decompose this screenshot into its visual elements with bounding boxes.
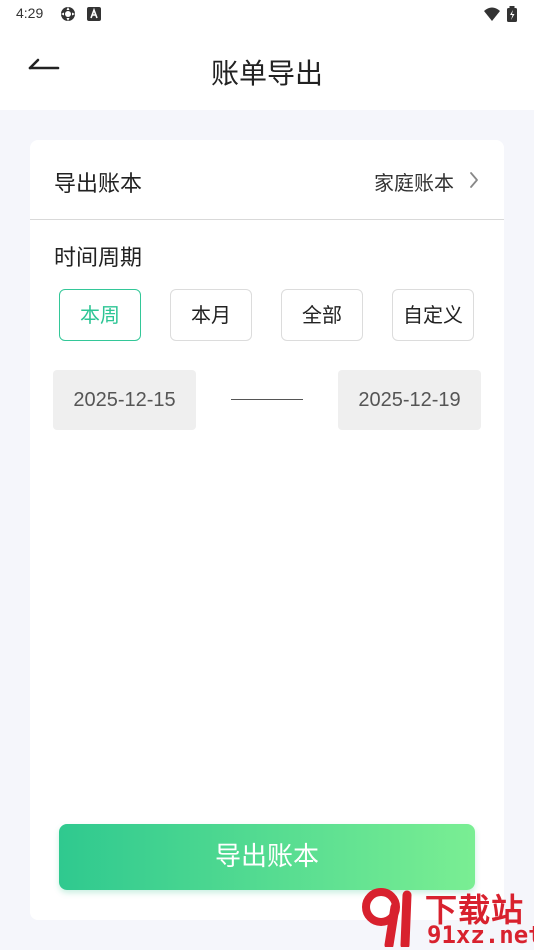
export-book-value: 家庭账本 <box>374 171 454 195</box>
period-option-all[interactable]: 全部 <box>281 289 363 341</box>
battery-icon <box>507 6 517 22</box>
a-box-icon <box>87 7 101 21</box>
export-button[interactable]: 导出账本 <box>59 824 475 890</box>
watermark-domain: 91xz.net <box>427 921 534 949</box>
export-card: 导出账本 家庭账本 时间周期 本周 本月 全部 自定义 2025-12-15 2… <box>30 140 504 920</box>
status-time: 4:29 <box>16 5 44 21</box>
period-option-this-week[interactable]: 本周 <box>59 289 141 341</box>
status-bar: 4:29 <box>0 0 534 28</box>
period-title: 时间周期 <box>54 246 143 271</box>
period-option-custom[interactable]: 自定义 <box>392 289 474 341</box>
period-option-this-month[interactable]: 本月 <box>170 289 252 341</box>
date-range-separator <box>231 399 303 400</box>
export-book-label: 导出账本 <box>54 172 143 197</box>
end-date-field[interactable]: 2025-12-19 <box>338 370 481 430</box>
divider <box>30 219 504 220</box>
watermark-logo-icon <box>362 888 412 947</box>
wifi-icon <box>484 7 500 21</box>
page-title: 账单导出 <box>210 57 323 90</box>
watermark: 下载站 91xz.net <box>359 885 534 950</box>
start-date-field[interactable]: 2025-12-15 <box>53 370 196 430</box>
chevron-right-icon <box>470 172 478 188</box>
header-bar: 账单导出 <box>0 28 534 110</box>
export-book-row[interactable]: 导出账本 家庭账本 <box>30 140 504 220</box>
settings-gear-icon <box>61 7 75 21</box>
